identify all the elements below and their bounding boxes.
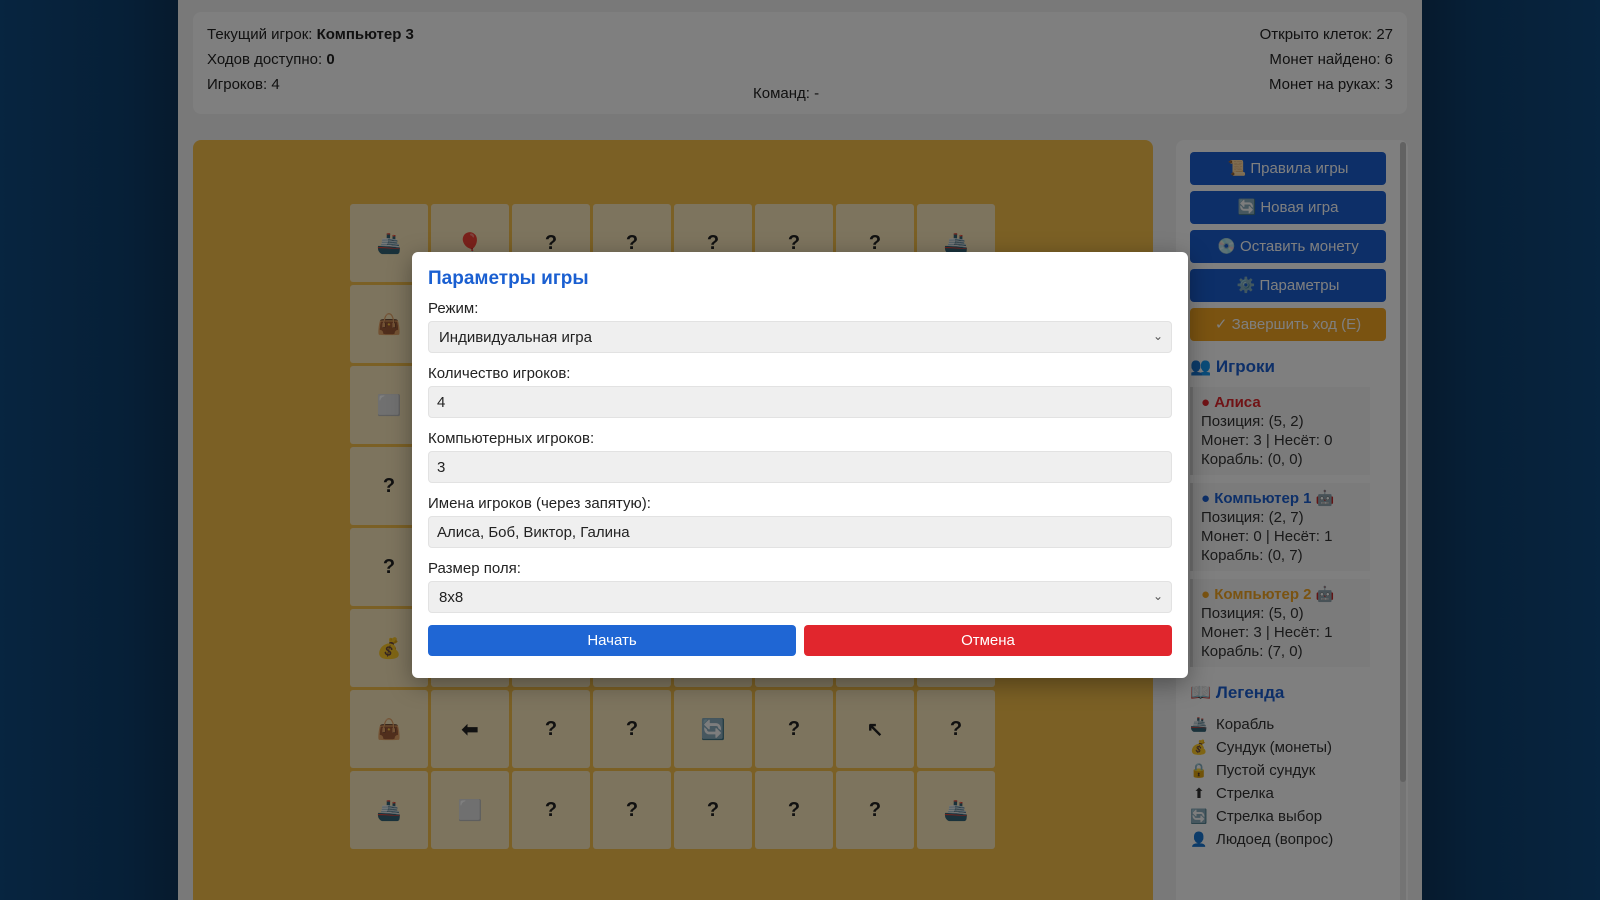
player-names-input[interactable]: Алиса, Боб, Виктор, Галина xyxy=(428,516,1172,548)
modal-title: Параметры игры xyxy=(428,268,589,289)
mode-select[interactable]: Индивидуальная игра ⌄ xyxy=(428,321,1172,353)
players-count-label: Количество игроков: xyxy=(428,365,571,382)
settings-modal: Параметры игры Режим: Индивидуальная игр… xyxy=(412,252,1188,678)
board-size-value: 8x8 xyxy=(439,588,464,606)
computer-players-input[interactable]: 3 xyxy=(428,451,1172,483)
cancel-button[interactable]: Отмена xyxy=(804,625,1172,656)
chevron-down-icon: ⌄ xyxy=(1152,589,1163,603)
start-button[interactable]: Начать xyxy=(428,625,796,656)
mode-label: Режим: xyxy=(428,300,479,317)
mode-value: Индивидуальная игра xyxy=(439,328,592,346)
board-size-label: Размер поля: xyxy=(428,560,521,577)
board-size-select[interactable]: 8x8 ⌄ xyxy=(428,581,1172,613)
players-count-input[interactable]: 4 xyxy=(428,386,1172,418)
chevron-down-icon: ⌄ xyxy=(1152,329,1163,343)
computer-players-label: Компьютерных игроков: xyxy=(428,430,595,447)
player-names-label: Имена игроков (через запятую): xyxy=(428,495,651,512)
